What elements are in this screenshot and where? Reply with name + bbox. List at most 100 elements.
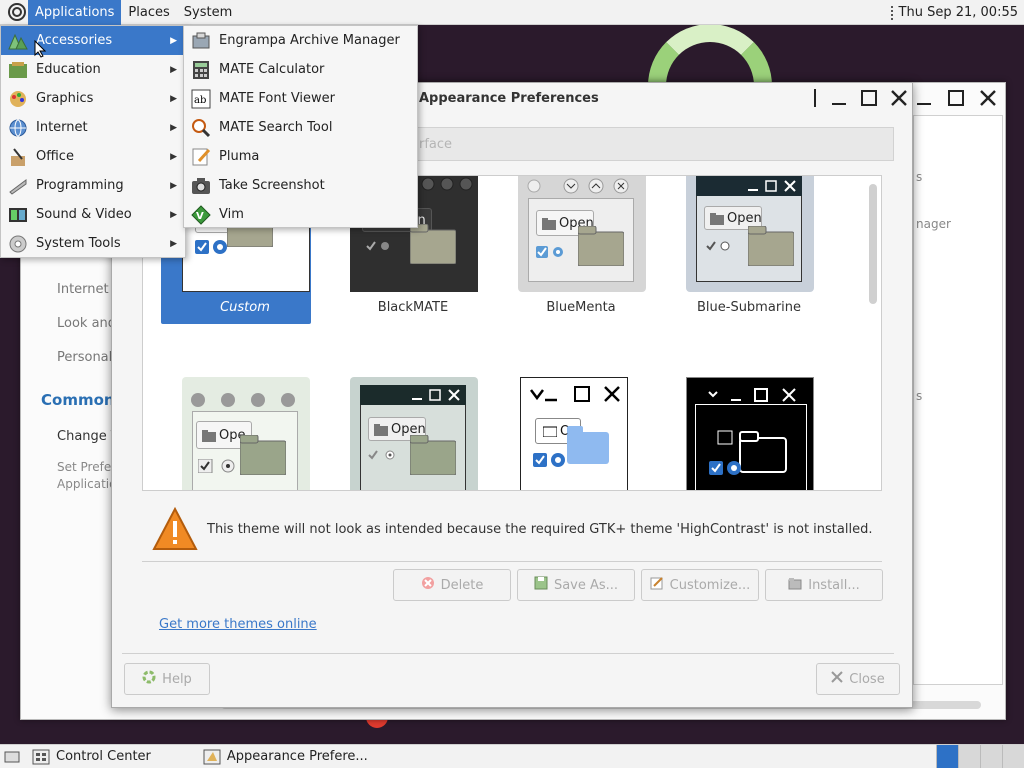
mate-logo-icon[interactable] [6, 1, 28, 23]
workspace-3[interactable] [980, 745, 1002, 768]
menu-item-education[interactable]: Education ▶ [1, 55, 185, 84]
show-desktop-button[interactable] [0, 745, 26, 768]
save-icon [534, 576, 548, 594]
control-center-content: s nager s [913, 115, 1003, 685]
theme-thumbnail: Open [350, 377, 478, 490]
menu-item-label: Graphics [36, 91, 94, 106]
workspace-1[interactable] [936, 745, 958, 768]
window-buttons-icon [410, 387, 462, 407]
vim-icon: V [190, 204, 212, 226]
minimize-button[interactable] [828, 87, 850, 109]
help-label: Help [162, 671, 192, 687]
menu-item-search-tool[interactable]: MATE Search Tool [184, 113, 417, 142]
folder-icon [567, 426, 609, 468]
menu-item-font-viewer[interactable]: ab MATE Font Viewer [184, 84, 417, 113]
theme-item-5[interactable]: Ope [161, 365, 311, 490]
close-dialog-button[interactable]: Close [816, 663, 900, 695]
system-menu[interactable]: System [177, 0, 239, 25]
menu-item-calculator[interactable]: MATE Calculator [184, 55, 417, 84]
menu-item-label: Office [36, 149, 74, 164]
menu-item-graphics[interactable]: Graphics ▶ [1, 84, 185, 113]
menu-item-vim[interactable]: V Vim [184, 200, 417, 229]
checkbox-icon [706, 240, 732, 256]
menu-item-pluma[interactable]: Pluma [184, 142, 417, 171]
maximize-button[interactable] [858, 87, 880, 109]
set-preferred-link[interactable]: Set Prefe [57, 460, 111, 474]
office-icon [7, 146, 29, 168]
close-button[interactable] [977, 87, 999, 109]
taskbar-item-appearance[interactable]: Appearance Prefere... [197, 745, 374, 768]
install-button[interactable]: Install... [765, 569, 883, 601]
theme-thumbnail: O [520, 377, 628, 490]
content-text-2: nager [916, 217, 951, 231]
menu-item-label: Programming [36, 178, 124, 193]
menu-item-label: MATE Font Viewer [219, 91, 336, 106]
menu-item-internet[interactable]: Internet ▶ [1, 113, 185, 142]
folder-icon [747, 225, 795, 270]
window-title: Appearance Preferences [419, 91, 599, 106]
delete-button[interactable]: Delete [393, 569, 511, 601]
minimize-button[interactable] [913, 87, 935, 109]
places-menu[interactable]: Places [121, 0, 176, 25]
maximize-button[interactable] [945, 87, 967, 109]
menu-item-label: Vim [219, 207, 244, 222]
sidebar-item-personal[interactable]: Personal [57, 350, 112, 365]
font-viewer-icon: ab [190, 88, 212, 110]
folder-small-icon [202, 430, 216, 446]
delete-icon [421, 576, 435, 594]
folder-icon [239, 434, 287, 479]
folder-icon [409, 434, 457, 479]
menu-item-label: Engrampa Archive Manager [219, 33, 400, 48]
theme-item-bluementa[interactable]: Open BlueMenta [497, 176, 647, 324]
graphics-icon [7, 88, 29, 110]
theme-item-7[interactable]: O [497, 365, 647, 490]
menu-item-sound-video[interactable]: Sound & Video ▶ [1, 200, 185, 229]
warning-row: This theme will not look as intended bec… [142, 503, 882, 559]
customize-icon [650, 576, 664, 594]
more-themes-link[interactable]: Get more themes online [159, 617, 317, 632]
workspace-2[interactable] [958, 745, 980, 768]
theme-item-blue-submarine[interactable]: Open Blue-Submarine [665, 176, 815, 324]
menu-item-programming[interactable]: Programming ▶ [1, 171, 185, 200]
workspace-4[interactable] [1002, 745, 1024, 768]
submenu-arrow-icon: ▶ [170, 151, 177, 162]
accessories-icon [7, 30, 29, 52]
change-theme-link[interactable]: Change T [57, 429, 119, 444]
workspace-switcher [936, 745, 1024, 768]
theme-label: Blue-Submarine [696, 300, 802, 315]
theme-item-8[interactable] [665, 365, 815, 490]
menu-item-accessories[interactable]: Accessories ▶ [1, 26, 185, 55]
folder-icon [409, 223, 457, 268]
taskbar-item-control-center[interactable]: Control Center [26, 745, 157, 768]
close-button[interactable] [888, 87, 910, 109]
folder-icon [577, 225, 625, 270]
checkbox-icon [368, 449, 398, 465]
menu-item-system-tools[interactable]: System Tools ▶ [1, 229, 185, 258]
theme-item-6[interactable]: Open [329, 365, 479, 490]
save-as-button[interactable]: Save As... [517, 569, 635, 601]
sidebar-item-look-and-feel[interactable]: Look and [57, 316, 116, 331]
archive-icon [190, 30, 212, 52]
file-icon [717, 430, 735, 450]
submenu-arrow-icon: ▶ [170, 35, 177, 46]
theme-grid-scrollbar[interactable] [869, 184, 877, 304]
control-center-icon [32, 749, 50, 764]
menu-item-screenshot[interactable]: Take Screenshot [184, 171, 417, 200]
menu-item-engrampa[interactable]: Engrampa Archive Manager [184, 26, 417, 55]
programming-icon [7, 175, 29, 197]
theme-thumbnail: Open [686, 176, 814, 292]
folder-small-icon [542, 218, 556, 234]
save-as-label: Save As... [553, 577, 619, 593]
customize-button[interactable]: Customize... [641, 569, 759, 601]
theme-label: BlackMATE [377, 300, 449, 315]
help-button[interactable]: Help [124, 663, 210, 695]
content-text-3: s [916, 389, 923, 403]
clock[interactable]: Thu Sep 21, 00:55 [899, 5, 1018, 20]
footer-divider [122, 653, 894, 654]
applications-menu[interactable]: Applications [28, 0, 122, 25]
checkbox-icon [536, 245, 566, 263]
menu-item-label: Pluma [219, 149, 260, 164]
tab-interface[interactable]: rface [419, 137, 452, 152]
submenu-arrow-icon: ▶ [170, 93, 177, 104]
menu-item-office[interactable]: Office ▶ [1, 142, 185, 171]
